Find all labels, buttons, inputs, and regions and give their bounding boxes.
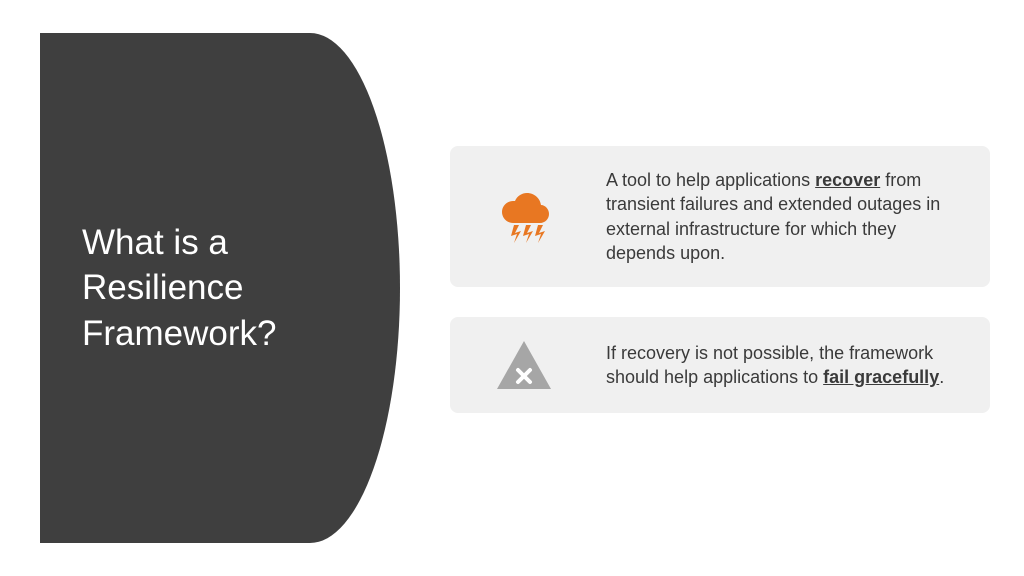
card-recover: A tool to help applications recover from…: [450, 146, 990, 287]
warning-x-icon: [492, 339, 556, 391]
card-fail-text: If recovery is not possible, the framewo…: [606, 341, 960, 390]
card-fail: If recovery is not possible, the framewo…: [450, 317, 990, 413]
card-recover-text: A tool to help applications recover from…: [606, 168, 960, 265]
content-panel: A tool to help applications recover from…: [450, 146, 990, 413]
storm-cloud-icon: [492, 191, 556, 243]
title-panel: What is a Resilience Framework?: [40, 33, 400, 543]
slide-title: What is a Resilience Framework?: [82, 220, 310, 357]
